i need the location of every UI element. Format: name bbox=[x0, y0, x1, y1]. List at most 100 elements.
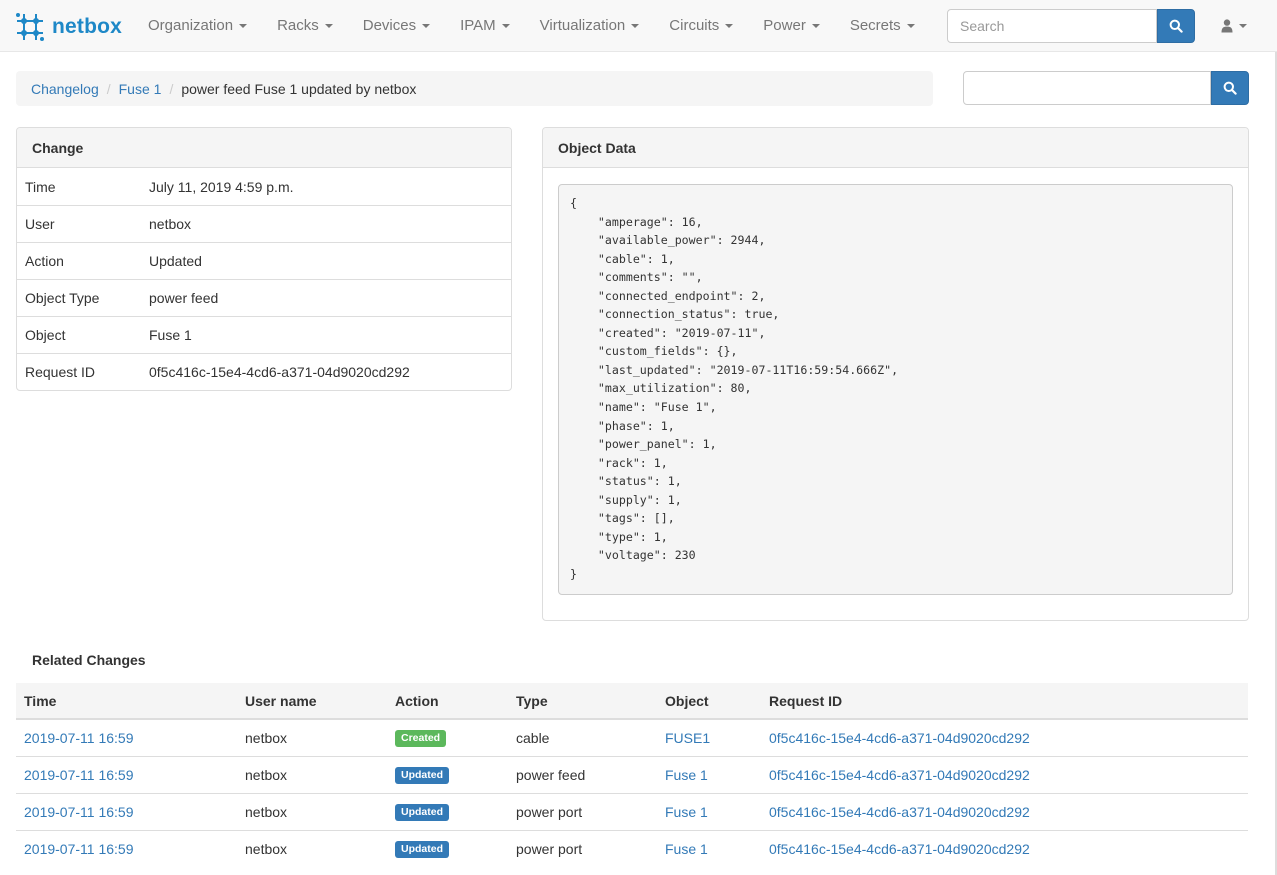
type-cell: power feed bbox=[508, 755, 657, 793]
request-id-link[interactable]: 0f5c416c-15e4-4cd6-a371-04d9020cd292 bbox=[769, 841, 1030, 857]
caret-down-icon bbox=[501, 24, 510, 29]
table-row: 2019-07-11 16:59 netbox Updated power po… bbox=[16, 829, 1248, 867]
attr-label: Object Type bbox=[25, 290, 100, 306]
nav-label: IPAM bbox=[460, 17, 496, 34]
main-nav: Organization Racks Devices IPAM Virtuali… bbox=[133, 0, 930, 52]
nav-racks[interactable]: Racks bbox=[262, 0, 348, 52]
object-link[interactable]: FUSE1 bbox=[665, 730, 710, 746]
table-row: 2019-07-11 16:59 netbox Created cable FU… bbox=[16, 718, 1248, 756]
attr-value: power feed bbox=[149, 290, 219, 306]
column-header: Request ID bbox=[761, 683, 1248, 720]
action-badge: Created bbox=[395, 730, 447, 748]
change-time-link[interactable]: 2019-07-11 16:59 bbox=[24, 767, 134, 783]
attr-row-object-type: Object Type power feed bbox=[17, 279, 511, 316]
search-input[interactable] bbox=[947, 9, 1157, 43]
type-cell: power port bbox=[508, 792, 657, 830]
caret-down-icon bbox=[725, 24, 734, 29]
brand-name: netbox bbox=[52, 15, 123, 38]
search-icon bbox=[1223, 81, 1237, 95]
breadcrumb-separator: / bbox=[169, 80, 174, 97]
column-header: User name bbox=[237, 683, 387, 720]
nav-devices[interactable]: Devices bbox=[348, 0, 445, 52]
nav-organization[interactable]: Organization bbox=[133, 0, 262, 52]
nav-label: Secrets bbox=[849, 17, 901, 34]
attr-value: Updated bbox=[149, 253, 202, 269]
type-cell: power port bbox=[508, 829, 657, 867]
attr-label: Action bbox=[25, 253, 64, 269]
user-icon bbox=[1221, 19, 1233, 33]
attr-row-action: Action Updated bbox=[17, 242, 511, 279]
attr-value: July 11, 2019 4:59 p.m. bbox=[149, 178, 294, 195]
user-cell: netbox bbox=[237, 829, 387, 867]
breadcrumb-changelog[interactable]: Changelog bbox=[31, 81, 99, 97]
caret-down-icon bbox=[324, 24, 333, 29]
nav-label: Organization bbox=[148, 17, 234, 34]
global-search bbox=[947, 9, 1195, 43]
request-id-link[interactable]: 0f5c416c-15e4-4cd6-a371-04d9020cd292 bbox=[769, 767, 1030, 783]
object-data-title: Object Data bbox=[543, 128, 1248, 168]
netbox-logo-icon bbox=[16, 13, 44, 41]
nav-secrets[interactable]: Secrets bbox=[835, 0, 930, 52]
nav-ipam[interactable]: IPAM bbox=[445, 0, 525, 52]
related-changes-title: Related Changes bbox=[32, 652, 146, 668]
object-link[interactable]: Fuse 1 bbox=[665, 841, 708, 857]
nav-label: Racks bbox=[277, 17, 319, 34]
caret-down-icon bbox=[422, 24, 431, 29]
nav-label: Power bbox=[763, 17, 806, 34]
top-navbar: netbox Organization Racks Devices IPAM V… bbox=[0, 0, 1277, 52]
caret-down-icon bbox=[811, 24, 820, 29]
change-panel-title: Change bbox=[17, 128, 511, 168]
change-time-link[interactable]: 2019-07-11 16:59 bbox=[24, 804, 134, 820]
action-badge: Updated bbox=[395, 804, 449, 821]
caret-down-icon bbox=[1239, 24, 1247, 28]
column-header: Time bbox=[16, 683, 237, 720]
column-header: Action bbox=[387, 683, 508, 720]
attr-label: User bbox=[25, 216, 55, 232]
search-button[interactable] bbox=[1157, 9, 1195, 43]
change-time-link[interactable]: 2019-07-11 16:59 bbox=[24, 730, 134, 746]
object-link[interactable]: Fuse 1 bbox=[149, 327, 192, 343]
change-time-link[interactable]: 2019-07-11 16:59 bbox=[24, 841, 134, 857]
request-id-link[interactable]: 0f5c416c-15e4-4cd6-a371-04d9020cd292 bbox=[769, 804, 1030, 820]
attr-value: 0f5c416c-15e4-4cd6-a371-04d9020cd292 bbox=[149, 364, 410, 380]
caret-down-icon bbox=[239, 24, 248, 29]
breadcrumb: Changelog / Fuse 1 / power feed Fuse 1 u… bbox=[16, 71, 933, 106]
change-attributes: Time July 11, 2019 4:59 p.m. User netbox… bbox=[17, 168, 511, 390]
caret-down-icon bbox=[631, 24, 640, 29]
changelog-search-input[interactable] bbox=[963, 71, 1211, 105]
attr-label: Request ID bbox=[25, 364, 96, 380]
breadcrumb-separator: / bbox=[106, 80, 111, 97]
column-header: Type bbox=[508, 683, 657, 720]
table-row: 2019-07-11 16:59 netbox Updated power fe… bbox=[16, 755, 1248, 793]
changelog-search-button[interactable] bbox=[1211, 71, 1249, 105]
changelog-search bbox=[963, 71, 1249, 105]
related-changes-table: Time User name Action Type Object Reques… bbox=[16, 683, 1248, 867]
object-link[interactable]: Fuse 1 bbox=[665, 804, 708, 820]
nav-label: Virtualization bbox=[539, 17, 626, 34]
table-row: 2019-07-11 16:59 netbox Updated power po… bbox=[16, 792, 1248, 830]
attr-row-time: Time July 11, 2019 4:59 p.m. bbox=[17, 168, 511, 205]
breadcrumb-object[interactable]: Fuse 1 bbox=[119, 81, 162, 97]
request-id-link[interactable]: 0f5c416c-15e4-4cd6-a371-04d9020cd292 bbox=[769, 730, 1030, 746]
nav-power[interactable]: Power bbox=[748, 0, 835, 52]
brand-logo[interactable]: netbox bbox=[14, 11, 122, 43]
attr-row-request-id: Request ID 0f5c416c-15e4-4cd6-a371-04d90… bbox=[17, 353, 511, 390]
caret-down-icon bbox=[906, 24, 915, 29]
breadcrumb-current: power feed Fuse 1 updated by netbox bbox=[181, 80, 417, 97]
nav-circuits[interactable]: Circuits bbox=[654, 0, 748, 52]
nav-virtualization[interactable]: Virtualization bbox=[525, 0, 655, 52]
type-cell: cable bbox=[508, 718, 657, 756]
attr-row-object: Object Fuse 1 bbox=[17, 316, 511, 353]
search-icon bbox=[1169, 19, 1183, 33]
nav-label: Devices bbox=[362, 17, 417, 34]
object-link[interactable]: Fuse 1 bbox=[665, 767, 708, 783]
attr-label: Object bbox=[25, 327, 66, 343]
user-menu[interactable] bbox=[1221, 0, 1247, 52]
attr-label: Time bbox=[25, 178, 56, 195]
attr-value: netbox bbox=[149, 216, 192, 232]
column-header: Object bbox=[657, 683, 761, 720]
action-badge: Updated bbox=[395, 841, 449, 859]
user-cell: netbox bbox=[237, 792, 387, 830]
object-data-panel: Object Data { "amperage": 16, "available… bbox=[542, 127, 1249, 621]
table-header-row: Time User name Action Type Object Reques… bbox=[16, 683, 1248, 720]
